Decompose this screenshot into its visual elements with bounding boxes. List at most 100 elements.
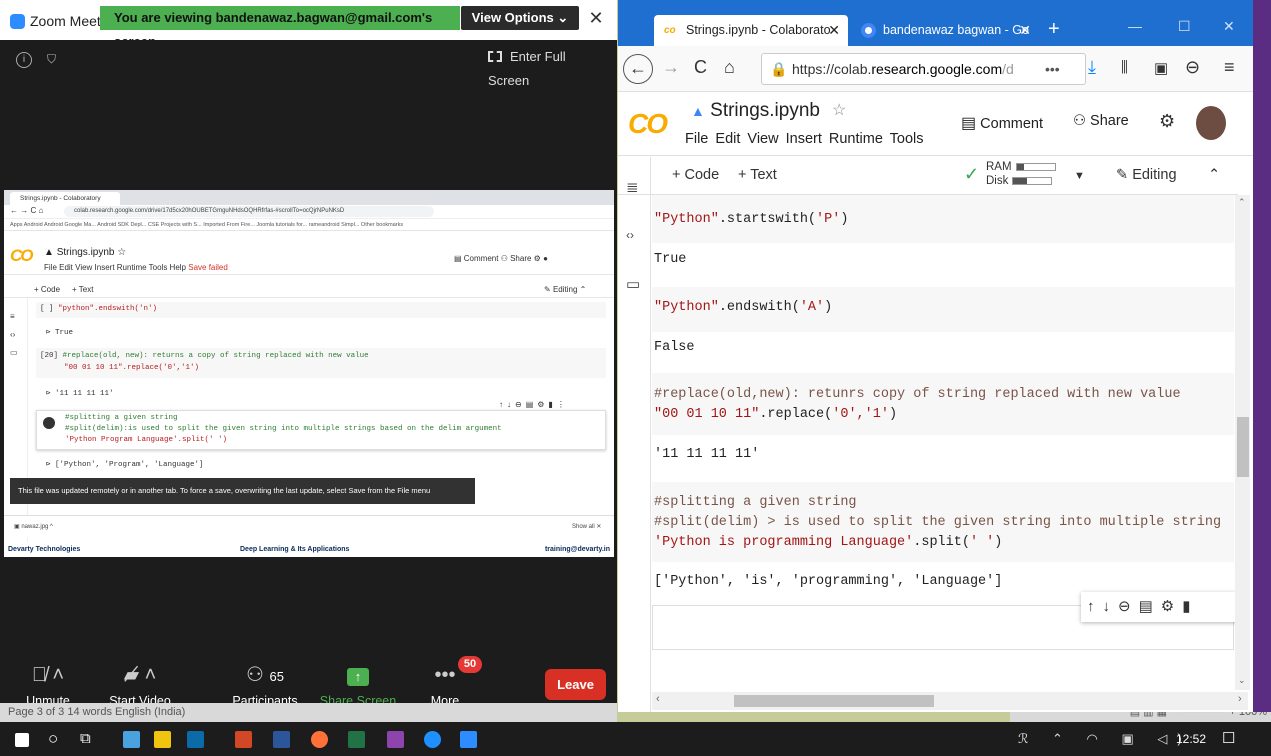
shared-tab-strip: Strings.ipynb - Colaboratory xyxy=(4,190,614,205)
new-tab-icon[interactable]: + xyxy=(1048,18,1060,41)
url-bar[interactable]: 🔒 https://colab.research.google.com/d xyxy=(761,53,1086,85)
back-icon[interactable]: ← xyxy=(623,54,653,84)
firefox-icon[interactable] xyxy=(311,731,328,748)
code-snippets-icon[interactable]: ‹› xyxy=(626,228,634,242)
cell-toolbar: ↑↓⊖▤⚙▮ xyxy=(1081,592,1236,622)
code-cell-startswith[interactable]: "Python".startswith('P') xyxy=(652,195,1234,243)
output-startswith: True xyxy=(654,252,687,267)
shared-tab: Strings.ipynb - Colaboratory xyxy=(10,192,120,205)
add-text-button[interactable]: + Text xyxy=(738,167,777,183)
tab-colab[interactable]: co Strings.ipynb - Colaborato ✕ xyxy=(654,15,848,46)
notebook-title[interactable]: ▲ Strings.ipynb xyxy=(691,100,820,122)
start-video-button[interactable]: ▰̸ ˄ Start Video xyxy=(100,660,180,708)
video-off-icon: ▰̸ ˄ xyxy=(123,664,157,686)
forward-icon[interactable]: → xyxy=(662,57,680,78)
clock[interactable]: 12:52 xyxy=(1176,732,1206,746)
system-tray[interactable]: ℛ ⌃ ◠ ▣ ◁) xyxy=(1018,731,1192,747)
google-favicon-icon xyxy=(861,23,876,38)
ram-disk-indicator[interactable]: RAM Disk xyxy=(986,160,1056,188)
gear-icon[interactable]: ⚙ xyxy=(1159,111,1175,132)
shared-footer: Devarty Technologies Deep Learning & Its… xyxy=(4,542,614,557)
task-view-icon[interactable]: ⧉ xyxy=(80,730,91,747)
leave-button[interactable]: Leave xyxy=(545,669,606,700)
colab-logo[interactable]: CO xyxy=(628,108,668,140)
library-icon[interactable]: ⫼ xyxy=(1121,59,1128,76)
table-of-contents-icon[interactable]: ≣ xyxy=(626,178,639,196)
shared-cell-3-output: ⊳ ['Python', 'Program', 'Language'] xyxy=(46,461,204,469)
store-icon[interactable] xyxy=(154,731,171,748)
close-icon[interactable]: ✕ xyxy=(586,8,606,29)
microphone-muted-icon: 🎙̸ ˄ xyxy=(31,664,65,686)
minimize-icon[interactable]: — xyxy=(1128,18,1142,34)
page-actions-icon[interactable]: ••• xyxy=(1045,61,1060,77)
comment-cell-icon[interactable]: ▤ xyxy=(1139,598,1161,615)
shared-cell-1: [ ] "python".endswith('n') xyxy=(36,302,606,318)
menu-icon[interactable]: ≡ xyxy=(1224,57,1235,78)
participants-button[interactable]: ⚇ 65 Participants xyxy=(225,660,305,708)
shared-notebook-title: ▲ Strings.ipynb ☆ xyxy=(44,247,127,258)
runtime-dropdown-icon[interactable]: ▼ xyxy=(1074,170,1085,182)
view-options-button[interactable]: View Options ⌄ xyxy=(461,6,579,30)
maximize-icon[interactable]: ☐ xyxy=(1178,18,1191,35)
enter-full-screen-button[interactable]: Enter Full Screen xyxy=(488,45,608,88)
unmute-button[interactable]: 🎙̸ ˄ Unmute xyxy=(8,660,88,708)
avatar[interactable] xyxy=(1196,106,1226,140)
scrollbar-thumb[interactable] xyxy=(734,695,934,707)
app-icon[interactable] xyxy=(187,731,204,748)
comment-button[interactable]: ▤ Comment xyxy=(961,113,1043,133)
skype-icon[interactable] xyxy=(424,731,441,748)
powerpoint-icon[interactable] xyxy=(235,731,252,748)
fullscreen-icon xyxy=(488,51,502,62)
save-failed-label: Save failed xyxy=(188,263,228,272)
cell-settings-icon[interactable]: ⚙ xyxy=(1161,598,1182,615)
share-button[interactable]: ⚇ Share xyxy=(1073,113,1129,129)
start-icon[interactable] xyxy=(15,733,29,747)
notifications-icon[interactable]: ☐ xyxy=(1222,729,1235,747)
star-icon[interactable]: ☆ xyxy=(832,100,846,120)
shared-cell-1-output: ⊳ True xyxy=(46,329,74,337)
share-screen-icon: ↑ xyxy=(318,660,398,690)
reload-icon[interactable]: C xyxy=(694,57,707,78)
sidebar-toggle-icon[interactable]: ▣ xyxy=(1154,59,1168,77)
tab-colab-label: Strings.ipynb - Colaborato xyxy=(686,23,831,37)
home-icon[interactable]: ⌂ xyxy=(724,57,735,78)
account-icon[interactable]: ⊖ xyxy=(1185,57,1200,78)
code-cell-endswith[interactable]: "Python".endswith('A') xyxy=(652,287,1234,332)
shield-icon[interactable]: ⛉ xyxy=(47,52,61,68)
vertical-scrollbar[interactable]: ⌃ ⌄ xyxy=(1235,195,1250,690)
add-code-button[interactable]: + Code xyxy=(672,167,719,183)
zoom-taskbar-icon[interactable] xyxy=(460,731,477,748)
download-icon[interactable]: ⤓ xyxy=(1088,57,1096,78)
link-icon[interactable]: ⊖ xyxy=(1118,598,1139,615)
delete-cell-icon[interactable]: ▮ xyxy=(1182,598,1198,615)
files-icon[interactable]: ▭ xyxy=(626,275,640,293)
shared-cell-3: #splitting a given string #split(delim):… xyxy=(36,410,606,450)
file-explorer-icon[interactable] xyxy=(123,731,140,748)
close-tab-icon[interactable]: ✕ xyxy=(1019,15,1031,46)
screen-share-banner: You are viewing bandenawaz.bagwan@gmail.… xyxy=(100,6,460,49)
window-close-icon[interactable]: ✕ xyxy=(1223,18,1235,35)
collapse-header-icon[interactable]: ⌃ xyxy=(1208,167,1220,183)
move-down-icon[interactable]: ↓ xyxy=(1103,598,1119,615)
colab-sidebar xyxy=(618,157,651,712)
firefox-tab-strip: co Strings.ipynb - Colaborato ✕ bandenaw… xyxy=(618,0,1253,46)
excel-icon[interactable] xyxy=(348,731,365,748)
move-up-icon[interactable]: ↑ xyxy=(1087,598,1103,615)
code-cell-replace[interactable]: #replace(old,new): retunrs copy of strin… xyxy=(652,373,1234,435)
tab-google[interactable]: bandenawaz bagwan - Go ✕ xyxy=(851,15,1039,46)
horizontal-scrollbar[interactable]: ‹ › xyxy=(652,692,1248,710)
search-icon[interactable]: ○ xyxy=(48,729,58,749)
code-cell-split[interactable]: #splitting a given string #split(delim) … xyxy=(652,482,1234,562)
editing-button[interactable]: ✎ Editing xyxy=(1116,167,1177,183)
share-screen-button[interactable]: ↑ Share Screen xyxy=(318,660,398,708)
info-icon[interactable]: i xyxy=(16,52,32,68)
shared-address-bar: ← → C ⌂ colab.research.google.com/drive/… xyxy=(4,205,614,219)
colab-menu-bar[interactable]: File Edit View Insert Runtime Tools xyxy=(685,131,924,147)
participants-icon: ⚇ 65 xyxy=(246,664,284,686)
close-tab-icon[interactable]: ✕ xyxy=(828,15,840,46)
word-icon[interactable] xyxy=(273,731,290,748)
scrollbar-thumb[interactable] xyxy=(1237,417,1249,477)
run-icon xyxy=(43,417,55,429)
participants-count: 65 xyxy=(269,669,284,684)
app-icon[interactable] xyxy=(387,731,404,748)
